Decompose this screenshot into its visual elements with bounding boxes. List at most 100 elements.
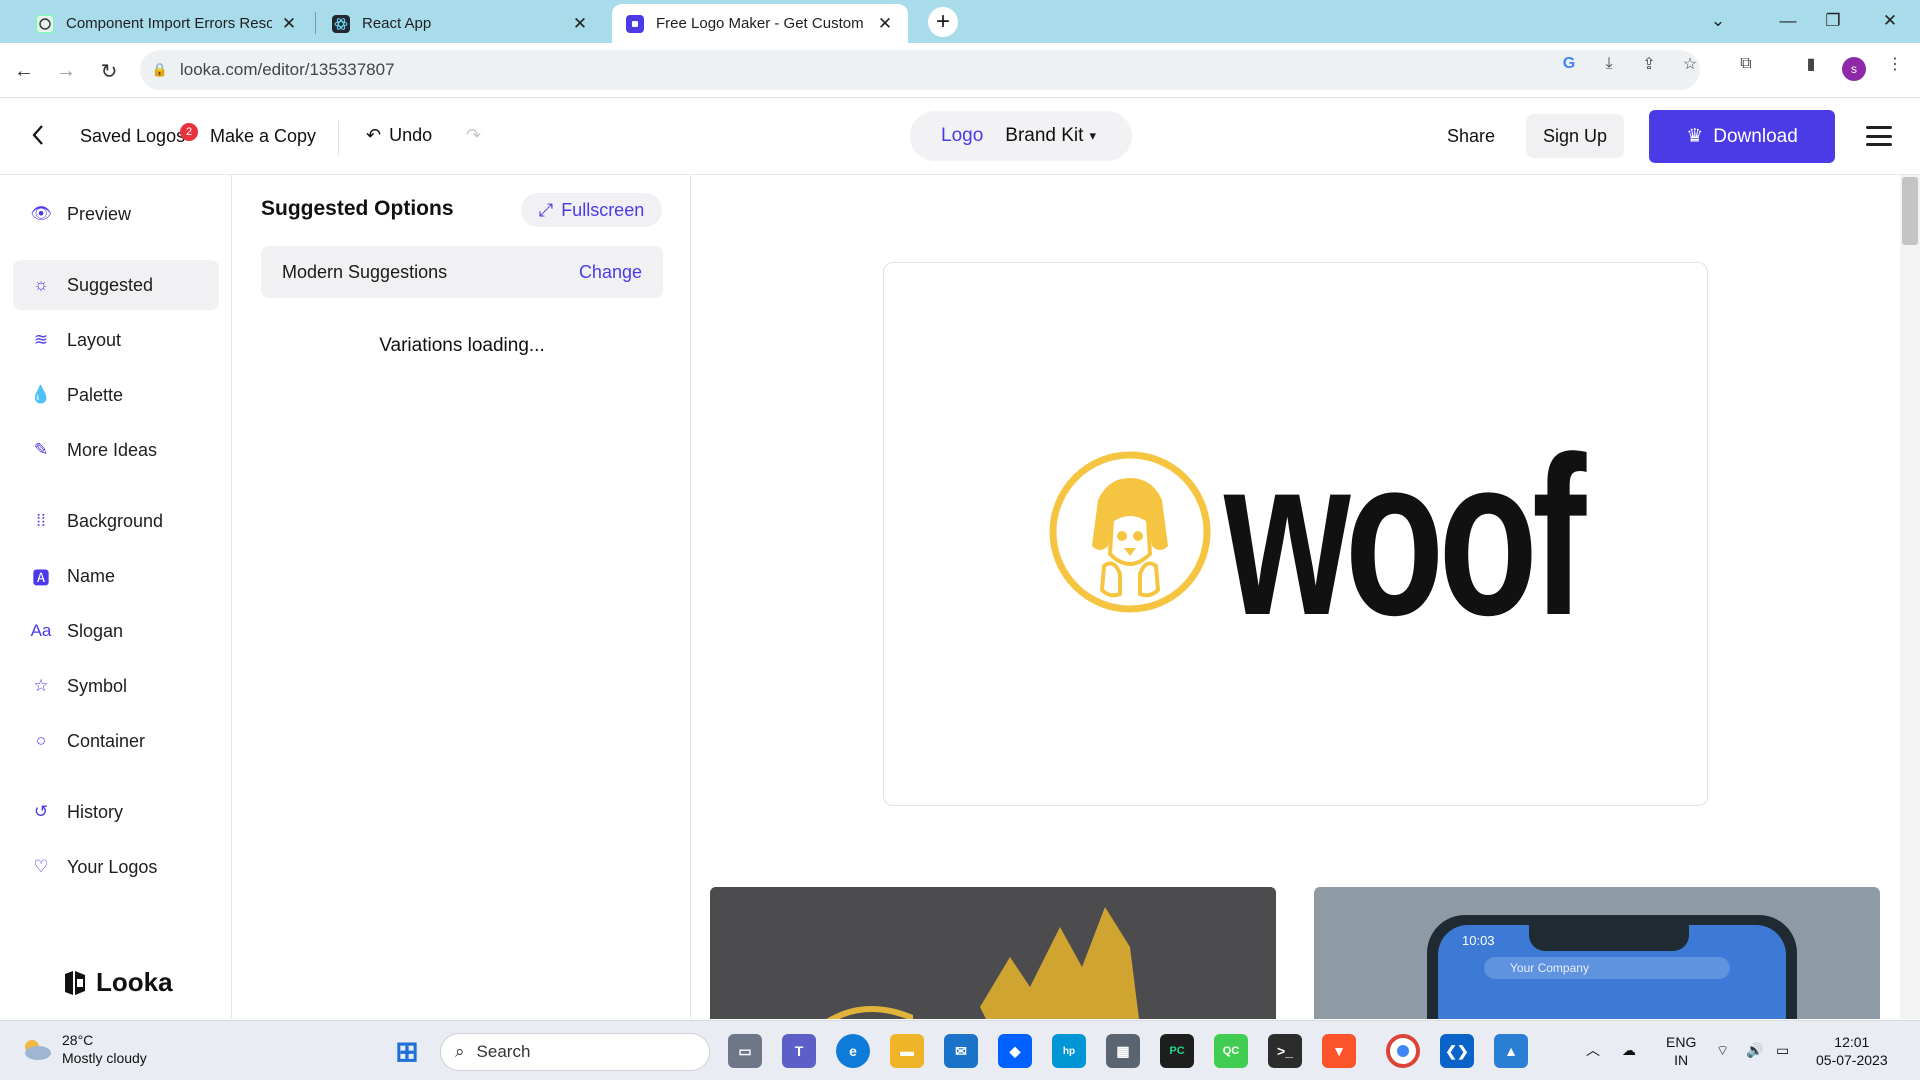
sidebar-item-suggested[interactable]: ☼ Suggested [13,260,219,310]
file-explorer-icon[interactable]: ▬ [890,1034,924,1068]
sidebar-item-label: Suggested [67,274,154,295]
extensions-icon[interactable]: ⧉ [1735,53,1757,75]
sidebar-item-preview[interactable]: 👁 Preview [13,189,219,239]
sidebar-item-label: History [67,801,124,822]
browser-tab-chatgpt[interactable]: Component Import Errors Resol ✕ [22,4,312,43]
font-icon: Aa [30,621,52,640]
weather-widget[interactable]: 28°C Mostly cloudy [20,1031,147,1067]
phone-search-field: Your Company [1484,957,1730,979]
sidebar-item-label: Symbol [67,675,128,696]
tab-brand-kit[interactable]: Brand Kit [1005,125,1083,147]
suggestions-panel: Suggested Options ⤢ Fullscreen Modern Su… [233,175,691,1019]
sidebar-item-label: Slogan [67,620,124,641]
react-icon [332,14,350,33]
sidebar-item-more-ideas[interactable]: ✎ More Ideas [13,425,219,475]
clock-date: 05-07-2023 [1816,1052,1888,1068]
chrome-menu-icon[interactable]: ⋮ [1884,53,1906,75]
maximize-icon[interactable]: ❐ [1813,6,1853,36]
tab-title: React App [362,15,432,32]
loading-status: Variations loading... [379,335,545,356]
tray-overflow-icon[interactable]: ︿ [1586,1041,1600,1059]
task-view-icon[interactable]: ▭ [728,1034,762,1068]
close-window-icon[interactable]: ✕ [1870,6,1910,36]
chrome-icon[interactable] [1386,1034,1420,1068]
sidebar-item-your-logos[interactable]: ♡ Your Logos [13,842,219,892]
google-icon[interactable]: G [1558,53,1580,75]
teams-icon[interactable]: T [782,1034,816,1068]
sidebar-item-layout[interactable]: ≋ Layout [13,315,219,365]
pycharm-icon[interactable]: PC [1160,1034,1194,1068]
sidebar-item-label: Name [67,565,116,586]
wifi-icon[interactable]: ⌔ [1716,1041,1729,1059]
close-tab-icon[interactable]: ✕ [280,14,298,34]
sidebar-item-label: Background [67,510,164,531]
url-text: looka.com/editor/135337807 [180,60,395,79]
change-button[interactable]: Change [579,262,642,283]
make-copy-button[interactable]: Make a Copy [210,126,316,147]
address-bar[interactable]: 🔒 looka.com/editor/135337807 [140,50,1700,90]
windows-start-icon[interactable]: ⊞ [390,1034,424,1068]
browser-tab-looka[interactable]: Free Logo Maker - Get Custom ✕ [612,4,908,43]
sidebar-item-background[interactable]: ⁞⁞ Background [13,496,219,546]
bookmark-star-icon[interactable]: ☆ [1679,53,1701,75]
sidebar-item-slogan[interactable]: Aa Slogan [13,606,219,656]
taskbar-search[interactable]: ⌕ Search [440,1033,710,1071]
fullscreen-label: Fullscreen [561,199,645,220]
menu-icon[interactable] [1866,126,1892,146]
terminal-icon[interactable]: >_ [1268,1034,1302,1068]
browser-tab-react[interactable]: React App ✕ [318,4,603,43]
battery-icon[interactable]: ▭ [1776,1041,1789,1059]
close-tab-icon[interactable]: ✕ [876,14,894,34]
reload-icon[interactable]: ↻ [93,55,125,87]
back-icon[interactable]: ← [8,55,40,87]
qt-creator-icon[interactable]: QC [1214,1034,1248,1068]
language-indicator[interactable]: ENG IN [1666,1033,1696,1069]
mail-icon[interactable]: ✉ [944,1034,978,1068]
volume-icon[interactable]: 🔊 [1746,1041,1763,1059]
saved-logos-button[interactable]: Saved Logos [80,126,185,147]
tab-logo[interactable]: Logo [941,125,983,147]
close-tab-icon[interactable]: ✕ [571,14,589,34]
download-button[interactable]: ♛ Download [1649,110,1835,163]
sidebar-item-name[interactable]: 🅰 Name [13,551,219,601]
minimize-icon[interactable]: — [1768,6,1808,36]
share-button[interactable]: Share [1447,126,1495,147]
myhp-icon[interactable]: hp [1052,1034,1086,1068]
expand-icon: ⤢ [538,199,554,220]
undo-button[interactable]: ↶ Undo [366,125,432,146]
profile-avatar[interactable]: s [1842,57,1866,81]
logo-preview-card[interactable]: woof [883,262,1708,806]
main-scrollbar[interactable] [1900,175,1920,1019]
share-icon[interactable]: ⇪ [1638,53,1660,75]
looka-brand[interactable]: Looka [62,967,173,998]
back-arrow-icon[interactable] [30,123,46,147]
clock[interactable]: 12:01 05-07-2023 [1816,1033,1888,1069]
onedrive-icon[interactable]: ☁ [1622,1041,1636,1059]
chatgpt-icon [36,14,54,33]
sidebar-item-label: More Ideas [67,439,158,460]
edge-icon[interactable]: e [836,1034,870,1068]
vscode-icon[interactable]: ❮❯ [1440,1034,1474,1068]
photos-icon[interactable]: ▲ [1494,1034,1528,1068]
layers-icon: ≋ [33,330,49,349]
weather-condition: Mostly cloudy [62,1050,147,1066]
sidebar-item-palette[interactable]: 💧 Palette [13,370,219,420]
dropbox-icon[interactable]: ◆ [998,1034,1032,1068]
side-panel-icon[interactable]: ▮ [1800,53,1822,75]
tab-search-icon[interactable]: ⌄ [1698,6,1738,36]
forward-icon[interactable]: → [50,55,82,87]
brave-icon[interactable]: ▼ [1322,1034,1356,1068]
sign-up-button[interactable]: Sign Up [1526,114,1624,158]
mockup-card-phone[interactable]: 10:03 Your Company [1314,887,1880,1019]
install-app-icon[interactable]: ⤓ [1598,53,1620,75]
sidebar-item-container[interactable]: ○ Container [13,716,219,766]
mockup-card-print[interactable] [710,887,1276,1019]
sidebar-item-symbol[interactable]: ☆ Symbol [13,661,219,711]
redo-icon[interactable]: ↷ [466,125,481,146]
new-tab-button[interactable]: + [928,7,958,37]
fullscreen-button[interactable]: ⤢ Fullscreen [521,193,662,227]
sidebar-item-history[interactable]: ↺ History [13,787,219,837]
undo-label: Undo [389,125,433,145]
calculator-icon[interactable]: ▦ [1106,1034,1140,1068]
chevron-down-icon: ▾ [1089,128,1096,143]
